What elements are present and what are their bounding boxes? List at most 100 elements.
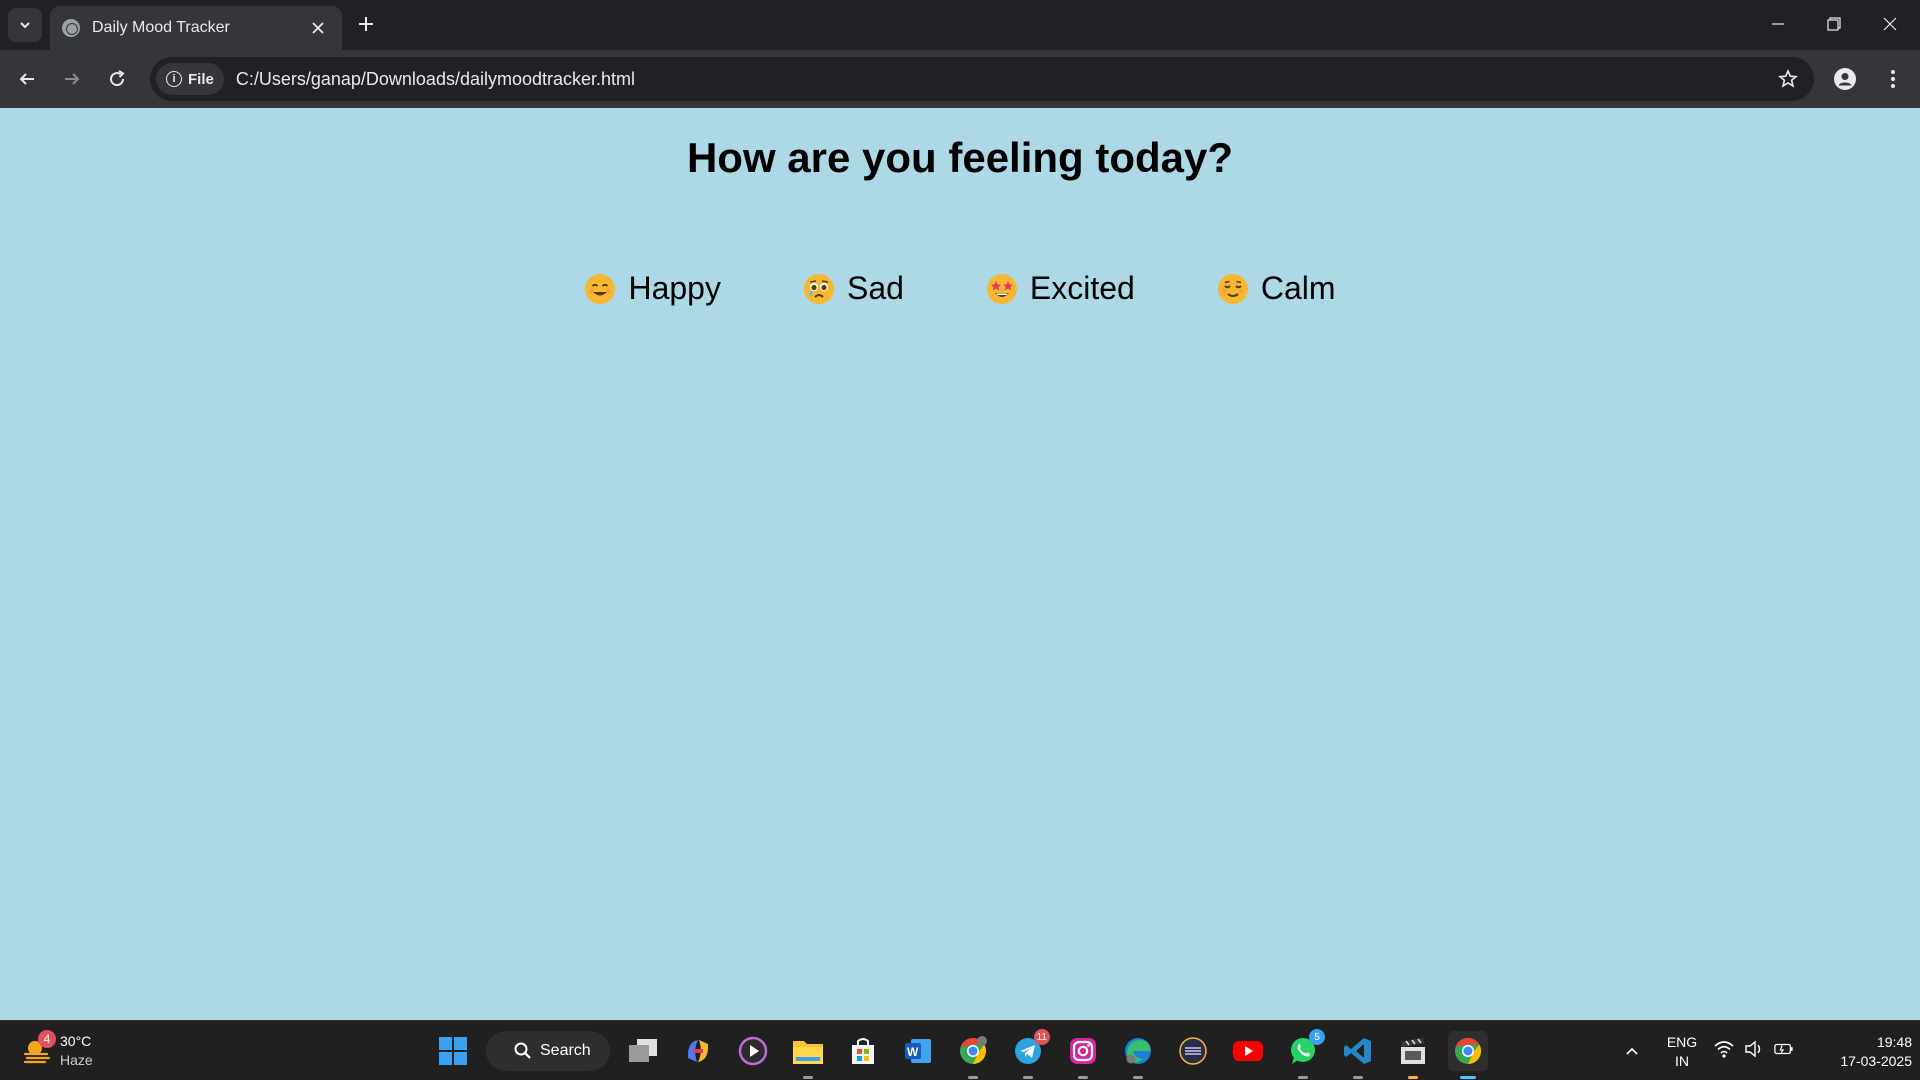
telegram-button[interactable]: 11 — [1008, 1029, 1050, 1079]
profile-icon — [1834, 68, 1856, 90]
system-tray-icons[interactable] — [1714, 1039, 1794, 1059]
mood-label: Calm — [1260, 270, 1336, 306]
browser-menu-button[interactable] — [1876, 62, 1910, 96]
forward-button[interactable] — [55, 62, 89, 96]
url-text[interactable]: C:/Users/ganap/Downloads/dailymoodtracke… — [236, 69, 1770, 90]
mood-label: Sad — [846, 270, 904, 306]
plus-icon — [359, 17, 373, 31]
tab-title: Daily Mood Tracker — [92, 19, 230, 36]
start-button[interactable] — [433, 1031, 473, 1071]
minimize-button[interactable] — [1750, 0, 1806, 48]
restore-button[interactable] — [1806, 0, 1862, 48]
bookmark-button[interactable] — [1770, 61, 1806, 97]
file-explorer-button[interactable] — [788, 1031, 828, 1079]
taskbar-search[interactable]: Search — [486, 1031, 610, 1071]
running-indicator — [968, 1076, 978, 1079]
whatsapp-badge: 5 — [1309, 1029, 1325, 1045]
notes-icon — [1179, 1037, 1207, 1065]
telegram-badge: 11 — [1033, 1029, 1050, 1045]
edge-icon — [1125, 1038, 1151, 1064]
star-struck-face-icon — [986, 273, 1017, 304]
wifi-icon — [1714, 1039, 1734, 1059]
site-info-chip[interactable]: i File — [156, 63, 224, 95]
running-indicator — [1353, 1076, 1363, 1079]
mood-sad-button[interactable]: Sad — [801, 266, 906, 311]
copilot-button[interactable] — [678, 1031, 718, 1071]
haze-icon: 4 — [22, 1030, 56, 1066]
arrow-right-icon — [65, 73, 80, 85]
mood-excited-button[interactable]: Excited — [984, 266, 1137, 311]
relieved-face-icon — [1217, 273, 1248, 304]
mood-calm-button[interactable]: Calm — [1215, 266, 1338, 311]
edge-button[interactable] — [1118, 1031, 1158, 1079]
youtube-button[interactable] — [1228, 1031, 1268, 1071]
volume-icon — [1744, 1039, 1764, 1059]
chevron-up-icon — [1626, 1047, 1638, 1055]
back-button[interactable] — [10, 62, 44, 96]
media-player-button[interactable] — [733, 1031, 773, 1071]
svg-text:W: W — [907, 1045, 919, 1059]
site-chip-label: File — [188, 70, 214, 88]
store-icon — [852, 1038, 874, 1064]
running-indicator — [1078, 1076, 1088, 1079]
tab-search-button[interactable] — [8, 8, 42, 42]
word-icon: W — [905, 1039, 931, 1063]
close-tab-button[interactable] — [304, 14, 332, 42]
reload-button[interactable] — [100, 62, 134, 96]
task-view-button[interactable] — [623, 1031, 663, 1071]
instagram-button[interactable] — [1063, 1031, 1103, 1079]
more-vertical-icon — [1891, 70, 1895, 88]
page-title: How are you feeling today? — [686, 134, 1234, 181]
close-window-button[interactable] — [1862, 0, 1918, 48]
show-hidden-icons-button[interactable] — [1620, 1039, 1644, 1063]
taskbar: 4 30°C Haze Search W 11 5 ENG IN 19:48 1… — [0, 1020, 1920, 1080]
star-icon — [1778, 69, 1798, 88]
instagram-icon — [1070, 1038, 1096, 1064]
search-label: Search — [540, 1042, 591, 1059]
whatsapp-button[interactable]: 5 — [1283, 1029, 1325, 1079]
running-indicator — [1408, 1076, 1418, 1079]
new-tab-button[interactable] — [352, 10, 380, 38]
page-content: How are you feeling today? Happy Sad Exc… — [0, 108, 1920, 1020]
system-clock[interactable]: 19:48 17-03-2025 — [1812, 1033, 1912, 1071]
running-indicator — [1298, 1076, 1308, 1079]
restore-icon — [1827, 17, 1841, 31]
language-region: IN — [1675, 1053, 1689, 1069]
weather-widget[interactable]: 4 30°C Haze — [22, 1029, 112, 1073]
info-icon: i — [166, 71, 182, 87]
chrome-icon — [960, 1036, 987, 1065]
mood-options: Happy Sad Excited Calm — [0, 266, 1920, 311]
video-editor-button[interactable] — [1393, 1031, 1433, 1079]
running-indicator — [1023, 1076, 1033, 1079]
browser-tab[interactable]: Daily Mood Tracker — [50, 6, 342, 50]
task-view-icon — [629, 1039, 657, 1062]
folder-icon — [793, 1041, 823, 1064]
word-button[interactable]: W — [898, 1031, 938, 1071]
weather-condition: Haze — [60, 1052, 93, 1068]
vscode-button[interactable] — [1338, 1031, 1378, 1079]
chrome-active-button[interactable] — [1448, 1031, 1488, 1079]
browser-tab-strip: Daily Mood Tracker — [0, 0, 1920, 50]
vscode-icon — [1344, 1038, 1371, 1064]
store-button[interactable] — [843, 1031, 883, 1071]
chevron-down-icon — [20, 22, 30, 29]
running-indicator — [803, 1076, 813, 1079]
copilot-icon — [687, 1040, 709, 1062]
arrow-left-icon — [19, 73, 34, 85]
smiling-face-icon — [585, 273, 616, 304]
notes-app-button[interactable] — [1173, 1031, 1213, 1071]
clapperboard-icon — [1401, 1038, 1425, 1064]
minimize-icon — [1772, 23, 1784, 25]
mood-label: Happy — [628, 270, 721, 306]
globe-icon — [62, 19, 80, 37]
clock-date: 17-03-2025 — [1840, 1053, 1912, 1069]
close-icon — [312, 22, 324, 34]
play-circle-icon — [738, 1036, 768, 1066]
windows-logo-icon — [439, 1037, 467, 1065]
mood-happy-button[interactable]: Happy — [582, 266, 723, 311]
profile-button[interactable] — [1828, 62, 1862, 96]
language-indicator[interactable]: ENG IN — [1662, 1033, 1702, 1071]
language-code: ENG — [1666, 1034, 1698, 1050]
address-bar[interactable]: i File C:/Users/ganap/Downloads/dailymoo… — [150, 57, 1814, 101]
chrome-profile-button[interactable] — [953, 1031, 993, 1079]
